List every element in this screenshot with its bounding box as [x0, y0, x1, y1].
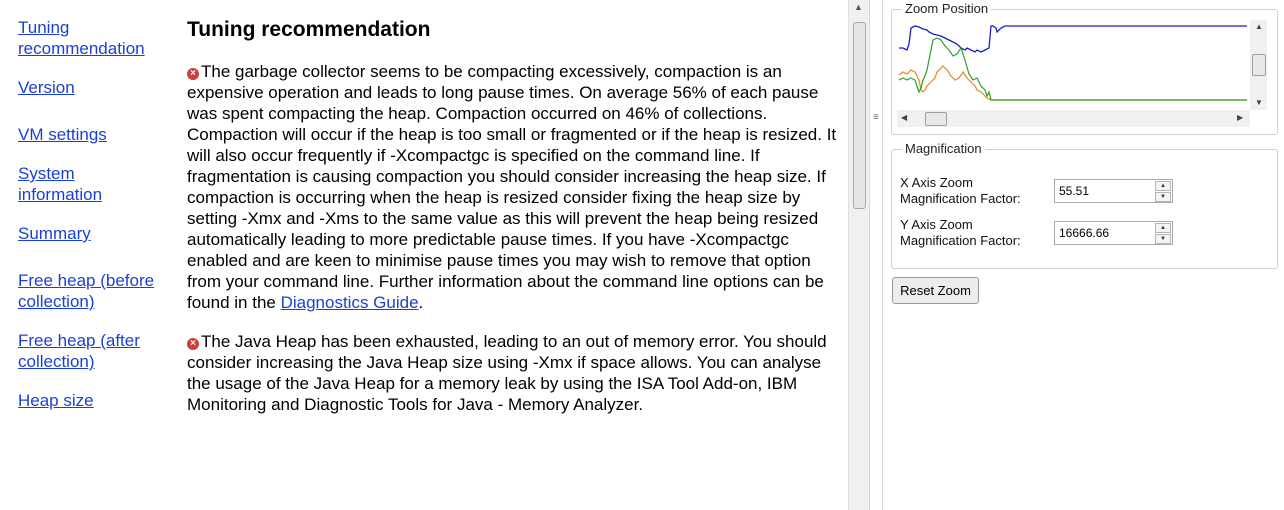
recommendation-compaction: × The garbage collector seems to be compa…: [187, 61, 847, 313]
error-icon: ×: [187, 68, 199, 80]
zoom-position-group: Zoom Position ▲ ▼ ◀ ▶: [891, 1, 1278, 135]
zoom-preview-canvas[interactable]: [897, 20, 1250, 110]
zoom-preview-graph: [898, 25, 1247, 101]
series-line-green: [898, 37, 1247, 101]
series-line-blue: [899, 25, 1247, 53]
y-axis-zoom-label: Y Axis Zoom Magnification Factor:: [900, 217, 1021, 248]
nav-link-tuning-recommendation[interactable]: Tuning recommendation: [18, 17, 168, 59]
scroll-up-arrow-icon[interactable]: ▲: [1255, 22, 1263, 31]
splitter-grip-icon: ≡: [873, 112, 879, 123]
scroll-left-arrow-icon[interactable]: ◀: [901, 113, 907, 122]
zoom-vertical-scrollbar[interactable]: ▲ ▼: [1250, 20, 1267, 110]
x-axis-zoom-input[interactable]: [1057, 182, 1149, 200]
zoom-vscroll-thumb[interactable]: [1252, 54, 1266, 76]
report-nav: Tuning recommendation Version VM setting…: [18, 17, 178, 411]
nav-link-heap-size[interactable]: Heap size: [18, 390, 178, 411]
zoom-horizontal-scrollbar[interactable]: ◀ ▶: [897, 110, 1250, 127]
y-axis-zoom-input[interactable]: [1057, 224, 1149, 242]
x-axis-zoom-label: X Axis Zoom Magnification Factor:: [900, 175, 1021, 206]
report-content: Tuning recommendation × The garbage colle…: [187, 17, 847, 433]
recommendation-text: The Java Heap has been exhausted, leadin…: [187, 332, 827, 414]
spin-down-icon[interactable]: ▼: [1155, 192, 1171, 202]
nav-link-free-heap-after[interactable]: Free heap (after collection): [18, 330, 148, 372]
y-axis-zoom-spinner[interactable]: ▲ ▼: [1054, 221, 1173, 245]
diagnostics-guide-link[interactable]: Diagnostics Guide: [281, 293, 419, 312]
error-icon: ×: [187, 338, 199, 350]
recommendation-heap-exhausted: × The Java Heap has been exhausted, leadi…: [187, 331, 847, 415]
nav-link-free-heap-before[interactable]: Free heap (before collection): [18, 270, 183, 312]
scroll-down-arrow-icon[interactable]: ▼: [1255, 98, 1263, 107]
spin-up-icon[interactable]: ▲: [1155, 223, 1171, 233]
page-title: Tuning recommendation: [187, 18, 431, 41]
spin-up-icon[interactable]: ▲: [1155, 181, 1171, 191]
series-line-orange: [898, 65, 1247, 101]
recommendation-text: The garbage collector seems to be compac…: [187, 62, 837, 312]
content-scroll-thumb[interactable]: [853, 22, 866, 209]
reset-zoom-button[interactable]: Reset Zoom: [892, 277, 979, 304]
scroll-up-arrow-icon[interactable]: ▲: [854, 2, 863, 12]
nav-link-version[interactable]: Version: [18, 77, 178, 98]
nav-link-summary[interactable]: Summary: [18, 223, 178, 244]
zoom-position-title: Zoom Position: [902, 1, 992, 16]
nav-link-vm-settings[interactable]: VM settings: [18, 124, 178, 145]
spin-down-icon[interactable]: ▼: [1155, 234, 1171, 244]
pane-splitter[interactable]: ≡: [869, 0, 883, 510]
content-scrollbar[interactable]: ▲: [848, 0, 869, 510]
recommendation-end: .: [418, 293, 424, 312]
zoom-hscroll-thumb[interactable]: [925, 112, 947, 126]
nav-link-system-information[interactable]: System information: [18, 163, 128, 205]
zoom-panel: Zoom Position ▲ ▼ ◀ ▶ Magnification X Ax…: [883, 0, 1284, 510]
magnification-title: Magnification: [902, 141, 985, 156]
scroll-right-arrow-icon[interactable]: ▶: [1237, 113, 1243, 122]
magnification-group: Magnification X Axis Zoom Magnification …: [891, 141, 1278, 269]
x-axis-zoom-spinner[interactable]: ▲ ▼: [1054, 179, 1173, 203]
